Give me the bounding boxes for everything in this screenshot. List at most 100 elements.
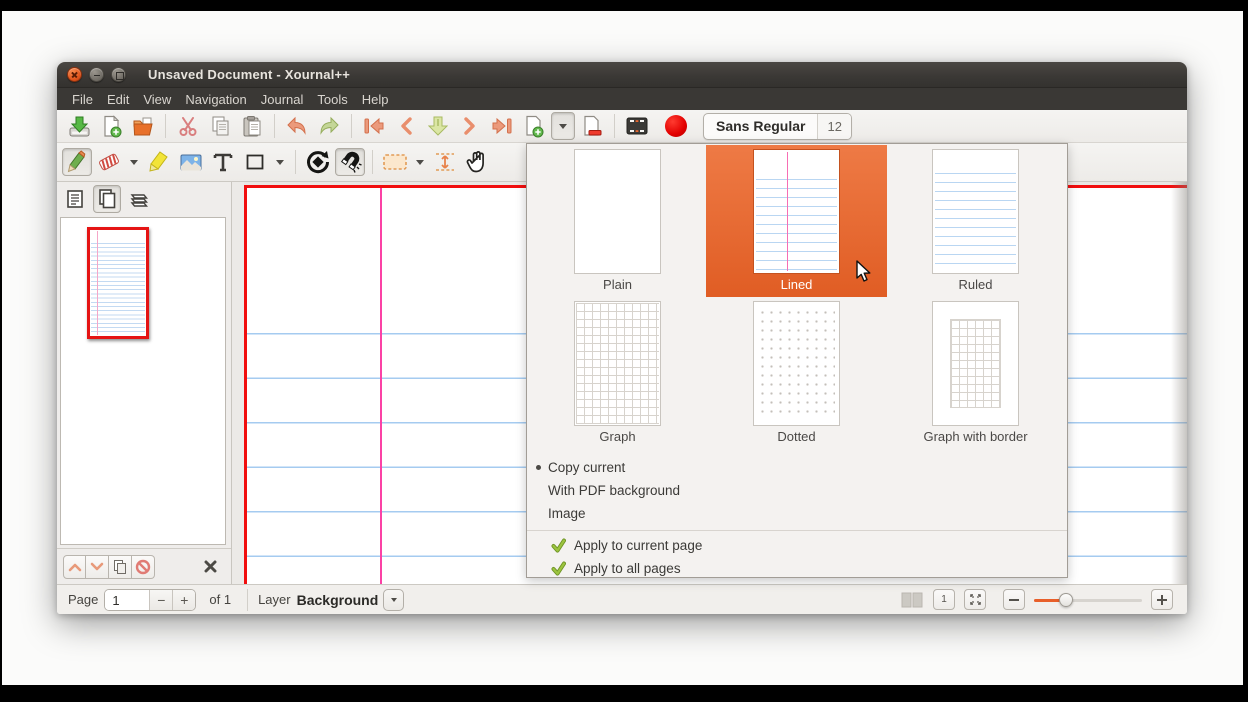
shape-tool-button[interactable] — [240, 148, 270, 176]
layer-dropdown-button[interactable] — [383, 589, 404, 611]
record-audio-button[interactable] — [665, 115, 687, 137]
template-graph-thumbnail — [574, 301, 661, 426]
titlebar: Unsaved Document - Xournal++ — [57, 62, 1187, 88]
template-ruled[interactable]: Ruled — [885, 145, 1066, 297]
copy-page-button[interactable] — [109, 555, 132, 579]
highlighter-tool-button[interactable] — [144, 148, 174, 176]
select-options-button[interactable] — [412, 148, 428, 176]
zoom-out-button[interactable] — [1003, 589, 1025, 610]
snapping-button[interactable] — [335, 148, 365, 176]
template-dotted[interactable]: Dotted — [706, 297, 887, 449]
next-page-button[interactable] — [455, 112, 485, 140]
template-label: Dotted — [706, 429, 887, 444]
menu-item-copy-current[interactable]: Copy current — [527, 456, 1067, 479]
page-decrease-button[interactable]: − — [149, 590, 172, 610]
paste-button[interactable] — [237, 112, 267, 140]
fit-page-label: 1 — [941, 594, 947, 605]
sidebar-tabs — [61, 185, 153, 213]
new-document-button[interactable] — [96, 112, 126, 140]
undo-button[interactable] — [282, 112, 312, 140]
eraser-icon — [97, 151, 121, 173]
template-graph-border[interactable]: Graph with border — [885, 297, 1066, 449]
presentation-mode-button[interactable] — [622, 112, 652, 140]
first-page-button[interactable] — [359, 112, 389, 140]
selected-bullet-icon — [536, 465, 541, 470]
insert-image-button[interactable] — [176, 148, 206, 176]
eraser-tool-button[interactable] — [94, 148, 124, 176]
zoom-slider[interactable] — [1034, 593, 1142, 607]
canvas-right-shadow — [1171, 182, 1187, 584]
cut-button[interactable] — [173, 112, 203, 140]
sidebar-tab-contents[interactable] — [61, 185, 89, 213]
menu-item-apply-all-pages[interactable]: Apply to all pages — [527, 557, 1067, 580]
zoom-slider-handle[interactable] — [1059, 593, 1073, 607]
copy-button[interactable] — [205, 112, 235, 140]
lined-lines — [756, 179, 837, 270]
block-icon — [135, 559, 151, 575]
menu-file[interactable]: File — [65, 90, 100, 109]
shape-recognizer-button[interactable] — [303, 148, 333, 176]
template-graph-border-thumbnail — [932, 301, 1019, 426]
font-button[interactable]: Sans Regular 12 — [703, 113, 852, 140]
close-sidebar-button[interactable] — [204, 560, 217, 573]
vertical-space-button[interactable] — [430, 148, 460, 176]
delete-page-icon — [581, 115, 603, 138]
sidebar-tab-pages[interactable] — [93, 185, 121, 213]
open-button[interactable] — [128, 112, 158, 140]
maximize-window-icon[interactable] — [111, 67, 126, 82]
font-size[interactable]: 12 — [817, 114, 850, 139]
hand-tool-button[interactable] — [462, 148, 492, 176]
vertical-space-icon — [433, 151, 457, 173]
chevron-down-icon — [559, 124, 567, 129]
sidebar — [57, 182, 232, 584]
presentation-mode-icon — [625, 116, 649, 136]
select-region-button[interactable] — [380, 148, 410, 176]
menu-item-image[interactable]: Image — [527, 502, 1067, 525]
delete-page-button[interactable] — [577, 112, 607, 140]
pen-tool-button[interactable] — [62, 148, 92, 176]
page-number-input[interactable]: 1 — [105, 590, 149, 610]
paste-icon — [241, 115, 263, 138]
template-graph[interactable]: Graph — [527, 297, 708, 449]
goto-page-icon — [428, 115, 448, 137]
goto-page-button[interactable] — [423, 112, 453, 140]
fit-page-width-button[interactable]: 1 — [933, 589, 955, 610]
sidebar-tab-layers[interactable] — [125, 185, 153, 213]
eraser-options-button[interactable] — [126, 148, 142, 176]
menu-item-with-pdf-background[interactable]: With PDF background — [527, 479, 1067, 502]
text-tool-button[interactable] — [208, 148, 238, 176]
image-icon — [179, 153, 203, 172]
previous-page-button[interactable] — [391, 112, 421, 140]
new-page-after-button[interactable] — [519, 112, 549, 140]
minimize-window-icon[interactable] — [89, 67, 104, 82]
last-page-button[interactable] — [487, 112, 517, 140]
redo-button[interactable] — [314, 112, 344, 140]
close-window-icon[interactable] — [67, 67, 82, 82]
page-increase-button[interactable]: + — [172, 590, 195, 610]
graph-grid — [576, 303, 659, 424]
magnet-icon — [337, 149, 363, 175]
move-page-down-button[interactable] — [86, 555, 109, 579]
menu-tools[interactable]: Tools — [310, 90, 354, 109]
separator — [165, 114, 166, 138]
window-title: Unsaved Document - Xournal++ — [148, 67, 350, 82]
menu-navigation[interactable]: Navigation — [178, 90, 253, 109]
menu-edit[interactable]: Edit — [100, 90, 136, 109]
delete-page-button-sidebar[interactable] — [132, 555, 155, 579]
fit-page-button[interactable] — [964, 589, 986, 610]
new-document-icon — [100, 115, 123, 138]
page-template-dropdown-button[interactable] — [551, 112, 575, 140]
zoom-in-button[interactable] — [1151, 589, 1173, 610]
chevron-down-icon — [130, 160, 138, 165]
shape-options-button[interactable] — [272, 148, 288, 176]
menu-item-apply-current-page[interactable]: Apply to current page — [527, 534, 1067, 557]
page-thumbnail[interactable] — [87, 227, 149, 339]
menu-item-label: Copy current — [548, 460, 625, 475]
save-button[interactable] — [64, 112, 94, 140]
move-page-up-button[interactable] — [63, 555, 86, 579]
page-count: of 1 — [209, 592, 231, 607]
menu-help[interactable]: Help — [355, 90, 396, 109]
menu-journal[interactable]: Journal — [254, 90, 311, 109]
menu-view[interactable]: View — [136, 90, 178, 109]
template-plain[interactable]: Plain — [527, 145, 708, 297]
